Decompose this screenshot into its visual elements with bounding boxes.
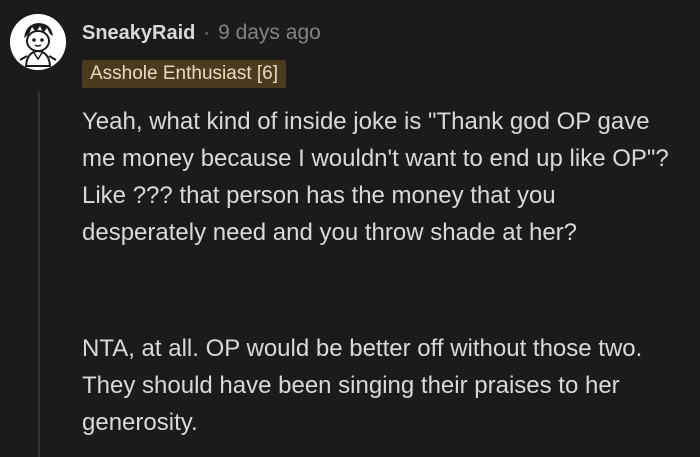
comment-paragraph: Yeah, what kind of inside joke is "Thank… xyxy=(82,108,669,246)
comment-paragraph: NTA, at all. OP would be better off with… xyxy=(82,335,643,436)
meta-separator: · xyxy=(203,21,211,44)
comment-header: SneakyRaid · 9 days ago xyxy=(82,18,321,48)
thread-line[interactable] xyxy=(38,92,40,457)
user-avatar[interactable] xyxy=(10,14,66,70)
snoo-avatar-icon xyxy=(10,14,66,70)
comment-timestamp[interactable]: 9 days ago xyxy=(218,21,321,45)
user-flair: Asshole Enthusiast [6] xyxy=(82,60,286,88)
username-link[interactable]: SneakyRaid xyxy=(82,22,195,45)
